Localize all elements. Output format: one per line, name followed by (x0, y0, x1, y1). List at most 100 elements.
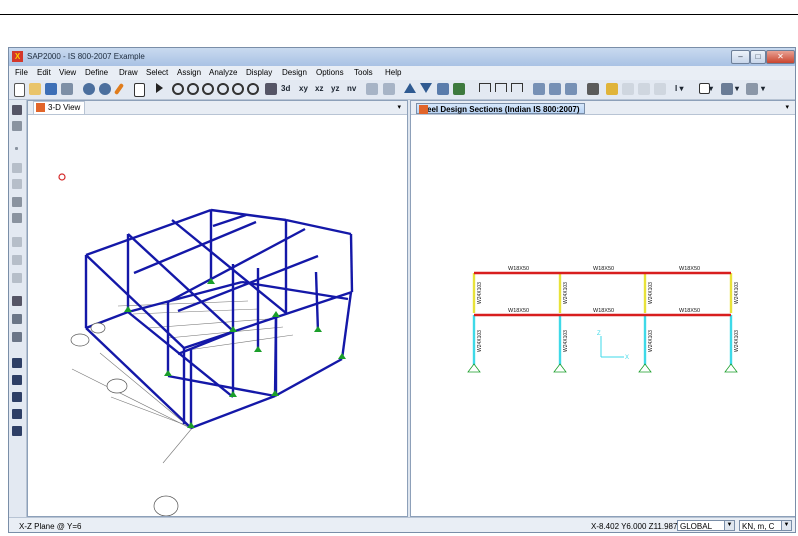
run-icon[interactable] (156, 83, 163, 93)
minimize-button[interactable]: – (731, 50, 750, 64)
pane-steel-design[interactable]: Steel Design Sections (Indian IS 800:200… (410, 100, 795, 517)
draw-area-icon[interactable] (12, 237, 22, 247)
window-title: SAP2000 - IS 800-2007 Example (27, 52, 145, 61)
maximize-button[interactable]: □ (750, 50, 766, 64)
section-prop-icon[interactable]: I ▾ (675, 84, 683, 93)
menu-draw[interactable]: Draw (119, 68, 138, 77)
view-xz-button[interactable]: xz (315, 84, 323, 93)
spring-dropdown-icon[interactable]: ▾ (761, 84, 765, 93)
show-undeformed-icon[interactable] (453, 83, 465, 95)
draw-reference-icon[interactable] (12, 332, 22, 342)
chevron-down-icon[interactable]: ▼ (724, 521, 734, 530)
draw-frame-icon[interactable] (12, 163, 22, 173)
redo-icon[interactable] (99, 83, 111, 95)
pencil-icon[interactable] (113, 82, 125, 96)
rotate-icon[interactable] (366, 83, 378, 95)
perspective-icon[interactable] (383, 83, 395, 95)
zoom-prev-icon[interactable] (217, 83, 229, 95)
link-dropdown-icon[interactable]: ▾ (735, 84, 739, 93)
tab-3d-view[interactable]: 3-D View (33, 101, 86, 114)
column-label: W24X103 (563, 282, 569, 304)
3d-view-icon[interactable]: 3d (281, 84, 290, 93)
pointer-icon[interactable] (12, 105, 22, 115)
pane-3d-view[interactable]: 3-D View ▾ (27, 100, 408, 517)
view-xy-button[interactable]: xy (299, 84, 308, 93)
pane-steel-dropdown[interactable]: ▾ (785, 103, 789, 111)
menu-edit[interactable]: Edit (37, 68, 51, 77)
menu-options[interactable]: Options (316, 68, 344, 77)
column-label: W24X103 (563, 330, 569, 352)
snap-ends-icon[interactable] (12, 375, 22, 385)
save-icon[interactable] (45, 83, 57, 95)
frame-elevation-canvas[interactable]: W18X50 W18X50 W18X50 W18X50 W18X50 W18X5… (411, 114, 795, 516)
frame-icon[interactable] (479, 83, 491, 92)
menu-analyze[interactable]: Analyze (209, 68, 237, 77)
draw-rect-area-icon[interactable] (12, 255, 22, 265)
link-icon[interactable] (721, 83, 733, 95)
sap2000-window: X SAP2000 - IS 800-2007 Example – □ ✕ Fi… (8, 47, 796, 533)
menu-design[interactable]: Design (282, 68, 307, 77)
quick-draw-area-icon[interactable] (12, 273, 22, 283)
status-coordinates: X-8.402 Y6.000 Z11.987 (591, 522, 678, 531)
lock-icon[interactable] (134, 83, 145, 97)
virtual-work-icon[interactable] (565, 83, 577, 95)
units-select[interactable]: KN, m, C ▼ (739, 520, 792, 531)
design-icon[interactable] (606, 83, 618, 95)
spring-icon[interactable] (746, 83, 758, 95)
forces-icon[interactable] (533, 83, 545, 95)
beam-label: W18X50 (508, 308, 529, 314)
print-icon[interactable] (61, 83, 73, 95)
snap-intersections-icon[interactable] (12, 392, 22, 402)
deformed-icon[interactable] (511, 83, 523, 92)
frame2-icon[interactable] (495, 83, 507, 92)
axis-triad: Z X (597, 331, 629, 361)
menu-file[interactable]: File (15, 68, 28, 77)
move-down-icon[interactable] (420, 83, 432, 93)
menu-define[interactable]: Define (85, 68, 108, 77)
menu-select[interactable]: Select (146, 68, 168, 77)
column-labels: W24X103 W24X103 W24X103 W24X103 W24X103 … (477, 282, 740, 352)
quick-draw-frame-icon[interactable] (12, 179, 22, 189)
zoom-out-icon[interactable] (202, 83, 214, 95)
menu-help[interactable]: Help (385, 68, 401, 77)
left-toolbar (9, 100, 27, 517)
new-icon[interactable] (14, 83, 25, 97)
open-icon[interactable] (29, 83, 41, 95)
chevron-down-icon[interactable]: ▼ (781, 521, 791, 530)
column-label: W24X103 (648, 282, 654, 304)
page-rule (0, 14, 798, 15)
pan-icon[interactable] (265, 83, 277, 95)
menu-view[interactable]: View (59, 68, 76, 77)
menu-tools[interactable]: Tools (354, 68, 373, 77)
reshape-icon[interactable] (12, 121, 22, 131)
snap-perpendicular-icon[interactable] (12, 409, 22, 419)
draw-secondary-icon[interactable] (12, 213, 22, 223)
area-dropdown-icon[interactable]: ▾ (709, 84, 713, 93)
column-label: W24X103 (734, 282, 740, 304)
draw-section-cut-icon[interactable] (12, 296, 22, 306)
draw-dimension-icon[interactable] (12, 314, 22, 324)
move-up-icon[interactable] (404, 83, 416, 93)
snap-lines-icon[interactable] (12, 426, 22, 436)
coord-system-select[interactable]: GLOBAL ▼ (677, 520, 735, 531)
view-yz-button[interactable]: yz (331, 84, 339, 93)
close-button[interactable]: ✕ (766, 50, 795, 64)
tab-steel-design-sections[interactable]: Steel Design Sections (Indian IS 800:200… (416, 103, 585, 114)
undo-icon[interactable] (83, 83, 95, 95)
pane-steel-header: Steel Design Sections (Indian IS 800:200… (411, 101, 795, 115)
pane-3d-dropdown[interactable]: ▾ (397, 103, 401, 111)
view-nv-button[interactable]: nv (347, 84, 356, 93)
stress-icon[interactable] (549, 83, 561, 95)
draw-point-icon[interactable] (15, 147, 18, 150)
zoom-in-icon[interactable] (187, 83, 199, 95)
zoom-next-icon[interactable] (232, 83, 244, 95)
zoom-window-icon[interactable] (172, 83, 184, 95)
menu-assign[interactable]: Assign (177, 68, 201, 77)
draw-brace-icon[interactable] (12, 197, 22, 207)
zoom-fit-icon[interactable] (247, 83, 259, 95)
table-icon[interactable] (587, 83, 599, 95)
snap-points-icon[interactable] (12, 358, 22, 368)
menu-display[interactable]: Display (246, 68, 272, 77)
set-display-icon[interactable] (437, 83, 449, 95)
model-3d-canvas[interactable] (28, 114, 407, 516)
